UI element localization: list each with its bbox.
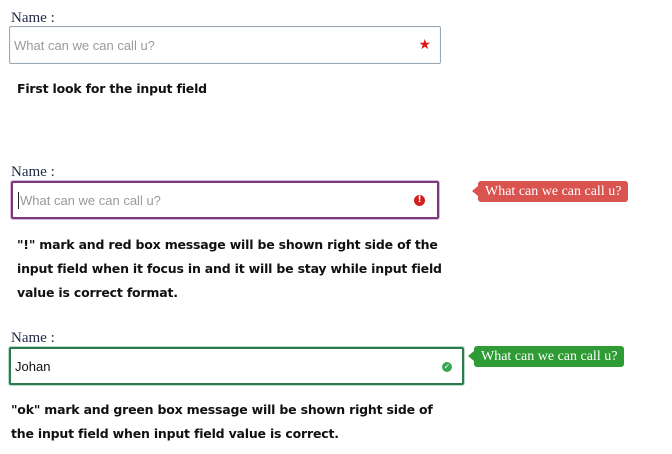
name-input-wrapper[interactable]: ★ [9,26,441,64]
caption-ok-line: the input field when input field value i… [11,426,339,441]
caption-ok-line: "ok" mark and green box message will be … [11,402,433,417]
name-input-ok[interactable] [11,349,462,383]
check-circle-icon: ✓ [442,362,452,372]
name-input-error[interactable] [13,183,437,217]
caption-error-line: input field when it focus in and it will… [17,261,442,276]
name-label-ok-state: Name : [11,330,55,346]
caption-first-look: First look for the input field [17,81,207,96]
name-input-wrapper-error[interactable]: ! [11,181,439,219]
name-input-wrapper-ok[interactable]: ✓ [9,347,464,385]
name-label-error-state: Name : [11,164,55,180]
ok-message-bubble: What can we can call u? [467,346,625,367]
caption-error-line: "!" mark and red box message will be sho… [17,237,438,252]
caption-ok-block: "ok" mark and green box message will be … [11,398,433,446]
caption-error-block: "!" mark and red box message will be sho… [17,233,442,305]
exclamation-circle-icon: ! [414,195,425,206]
name-input[interactable] [10,27,440,63]
required-star-icon: ★ [418,36,431,52]
error-message-bubble: What can we can call u? [471,181,629,202]
name-label: Name : [11,10,55,26]
caption-error-line: value is correct format. [17,285,178,300]
